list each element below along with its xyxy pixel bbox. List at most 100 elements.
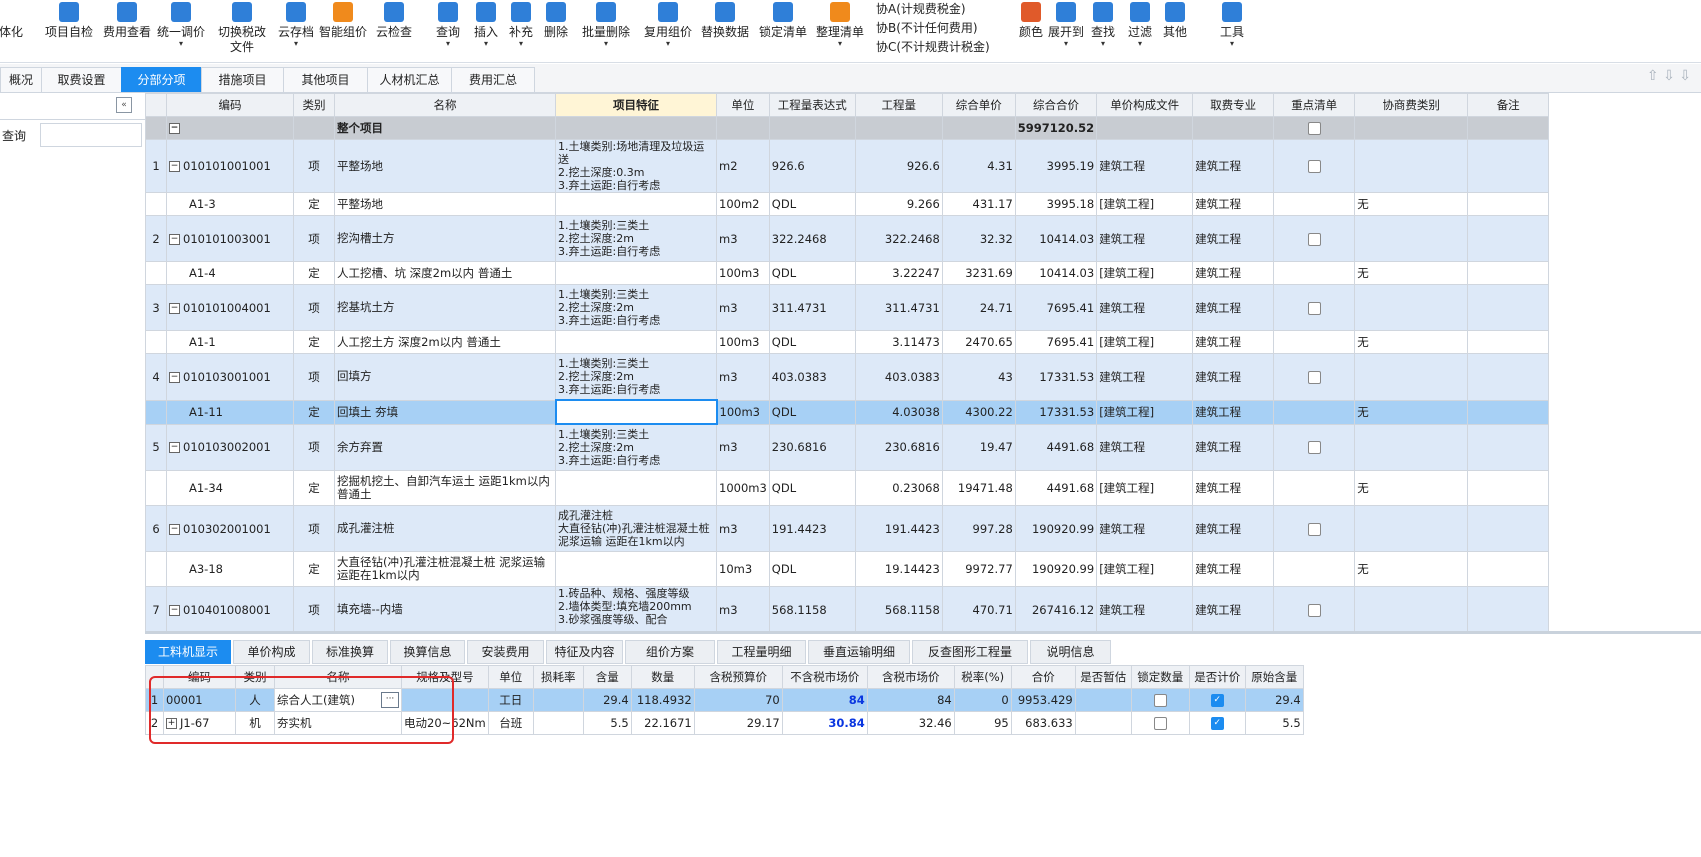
remark-cell[interactable] — [1467, 399, 1550, 425]
fee-major-cell[interactable]: 建筑工程 — [1192, 551, 1275, 587]
toolbar-button-21[interactable]: 其他 — [1157, 0, 1193, 62]
market-price-ex-cell[interactable]: 84 — [781, 688, 868, 712]
total-row[interactable]: − 整个项目 5997120.52 — [145, 116, 1550, 140]
grid-header-11[interactable]: 重点清单 — [1273, 93, 1356, 117]
code-cell[interactable]: A1-34 — [166, 470, 294, 506]
name-cell[interactable]: 回填土 夯填 — [334, 399, 556, 425]
detail-tab-9[interactable]: 反查图形工程量 — [912, 640, 1028, 664]
market-price-ex-cell[interactable]: 30.84 — [781, 711, 868, 735]
quantity-cell[interactable]: 19.14423 — [854, 551, 943, 587]
tax-rate-cell[interactable]: 95 — [953, 711, 1012, 735]
detail-tab-5[interactable]: 特征及内容 — [546, 640, 623, 664]
bill-row[interactable]: 7−010401008001 项填充墙--内墙 1.砖品种、规格、强度等级 2.墙体… — [145, 586, 1550, 633]
feature-cell[interactable] — [555, 330, 717, 354]
key-list-checkbox[interactable] — [1307, 522, 1321, 536]
toolbar-button-19[interactable]: 查找 ▾ — [1086, 0, 1120, 62]
resource-header-4[interactable]: 单位 — [487, 665, 534, 689]
fee-major-cell[interactable]: 建筑工程 — [1192, 586, 1275, 633]
price-file-cell[interactable]: [建筑工程] — [1096, 551, 1194, 587]
remark-cell[interactable] — [1467, 139, 1550, 193]
quantity-cell[interactable]: 4.03038 — [854, 399, 943, 425]
quota-row[interactable]: A1-34 定挖掘机挖土、自卸汽车运土 运距1km以内 普通土 1000m3 QDL 0… — [145, 470, 1550, 506]
fee-major-cell[interactable]: 建筑工程 — [1192, 423, 1275, 471]
unit-cell[interactable]: 100m3 — [716, 399, 770, 425]
collapse-toggle-icon[interactable]: − — [169, 371, 180, 383]
feature-cell[interactable]: 1.砖品种、规格、强度等级 2.墙体类型:填充墙200mm 3.砂浆强度等级、配… — [555, 586, 717, 633]
price-file-cell[interactable]: [建筑工程] — [1096, 261, 1194, 285]
expression-cell[interactable]: QDL — [768, 399, 856, 425]
quantity-cell[interactable]: 0.23068 — [854, 470, 943, 506]
feature-cell[interactable]: 1.土壤类别:三类土 2.挖土深度:2m 3.弃土运距:自行考虑 — [555, 423, 717, 471]
feature-cell[interactable]: 1.土壤类别:三类土 2.挖土深度:2m 3.弃土运距:自行考虑 — [555, 284, 717, 331]
fee-major-cell[interactable]: 建筑工程 — [1192, 192, 1275, 216]
quota-row[interactable]: A3-18 定大直径钻(冲)孔灌注桩混凝土桩 泥浆运输 运距在1km以内 10m3 Q… — [145, 551, 1550, 587]
collapse-toggle-icon[interactable]: − — [169, 161, 180, 172]
key-list-checkbox[interactable] — [1307, 122, 1321, 135]
name-cell[interactable]: 大直径钻(冲)孔灌注桩混凝土桩 泥浆运输 运距在1km以内 — [334, 551, 556, 587]
bill-row[interactable]: 6−010302001001 项成孔灌注桩 成孔灌注桩 大直径钻(冲)孔灌注桩混凝土… — [145, 505, 1550, 552]
tab-1[interactable]: 取费设置 — [41, 67, 122, 92]
toolbar-button-15[interactable]: 锁定清单 — [752, 0, 814, 62]
quantity-cell[interactable]: 9.266 — [854, 192, 943, 216]
detail-tab-7[interactable]: 工程量明细 — [717, 640, 806, 664]
toolbar-button-16[interactable]: 整理清单 ▾ — [808, 0, 872, 62]
query-input[interactable] — [40, 123, 142, 147]
unit-cell[interactable]: 10m3 — [716, 551, 770, 587]
remark-cell[interactable] — [1467, 470, 1550, 506]
grid-header-6[interactable]: 工程量 — [854, 93, 943, 117]
name-cell[interactable]: 平整场地 — [334, 192, 556, 216]
remark-cell[interactable] — [1467, 330, 1550, 354]
detail-tab-8[interactable]: 垂直运输明细 — [808, 640, 910, 664]
feature-cell[interactable] — [554, 399, 718, 425]
grid-header-10[interactable]: 取费专业 — [1192, 93, 1275, 117]
tab-0[interactable]: 概况 — [0, 67, 42, 92]
fee-major-cell[interactable]: 建筑工程 — [1192, 330, 1275, 354]
lock-qty-checkbox[interactable] — [1153, 694, 1167, 707]
negotiation-cell[interactable] — [1354, 215, 1469, 262]
code-cell[interactable]: −010103002001 — [166, 423, 294, 471]
grid-header-7[interactable]: 综合单价 — [941, 93, 1016, 117]
bill-row[interactable]: 5−010103002001 项余方弃置 1.土壤类别:三类土 2.挖土深度:2m … — [145, 423, 1550, 471]
unit-cell[interactable]: 100m2 — [716, 192, 770, 216]
unit-cell[interactable]: m3 — [716, 353, 770, 401]
fee-major-cell[interactable]: 建筑工程 — [1192, 470, 1275, 506]
resource-header-6[interactable]: 含量 — [582, 665, 632, 689]
expression-cell[interactable]: 568.1158 — [768, 586, 856, 633]
lock-qty-checkbox[interactable] — [1153, 717, 1167, 730]
toolbar-button-9[interactable]: 插入 ▾ — [467, 0, 505, 62]
resource-header-16[interactable]: 原始含量 — [1244, 665, 1304, 689]
quantity-cell[interactable]: 230.6816 — [854, 423, 943, 471]
key-list-checkbox[interactable] — [1307, 232, 1321, 246]
toolbar-button-22[interactable]: 工具 ▾ — [1215, 0, 1249, 62]
xie-option-0[interactable]: 协A(计规费税金) — [876, 0, 966, 17]
toolbar-button-18[interactable]: 展开到 ▾ — [1042, 0, 1090, 62]
code-cell[interactable]: −010401008001 — [166, 586, 294, 633]
detail-tab-3[interactable]: 换算信息 — [390, 640, 465, 664]
toolbar-button-3[interactable]: 统一调价 ▾ — [150, 0, 212, 62]
collapse-toggle-icon[interactable]: − — [169, 604, 180, 616]
xie-option-1[interactable]: 协B(不计任何费用) — [876, 19, 978, 36]
detail-tab-10[interactable]: 说明信息 — [1030, 640, 1111, 664]
code-cell[interactable]: A1-4 — [166, 261, 294, 285]
negotiation-cell[interactable]: 无 — [1354, 261, 1469, 285]
key-list-checkbox[interactable] — [1307, 160, 1321, 173]
toolbar-button-11[interactable]: 删除 — [537, 0, 575, 62]
resource-header-14[interactable]: 锁定数量 — [1130, 665, 1190, 689]
tab-6[interactable]: 费用汇总 — [451, 67, 535, 92]
key-list-checkbox[interactable] — [1307, 301, 1321, 315]
toolbar-button-20[interactable]: 过滤 ▾ — [1122, 0, 1158, 62]
remark-cell[interactable] — [1467, 353, 1550, 401]
remark-cell[interactable] — [1467, 284, 1550, 331]
feature-cell[interactable] — [555, 261, 717, 285]
fee-major-cell[interactable]: 建筑工程 — [1192, 215, 1275, 262]
expression-cell[interactable]: QDL — [768, 192, 856, 216]
unit-cell[interactable]: 1000m3 — [716, 470, 770, 506]
grid-header-2[interactable]: 名称 — [334, 93, 556, 117]
fee-major-cell[interactable]: 建筑工程 — [1192, 505, 1275, 552]
grid-header-13[interactable]: 备注 — [1467, 93, 1550, 117]
toolbar-button-4[interactable]: 切换税改 文件 — [205, 0, 279, 62]
resource-header-9[interactable]: 不含税市场价 — [781, 665, 868, 689]
resource-header-15[interactable]: 是否计价 — [1188, 665, 1246, 689]
expression-cell[interactable]: QDL — [768, 551, 856, 587]
tax-rate-cell[interactable]: 0 — [953, 688, 1012, 712]
